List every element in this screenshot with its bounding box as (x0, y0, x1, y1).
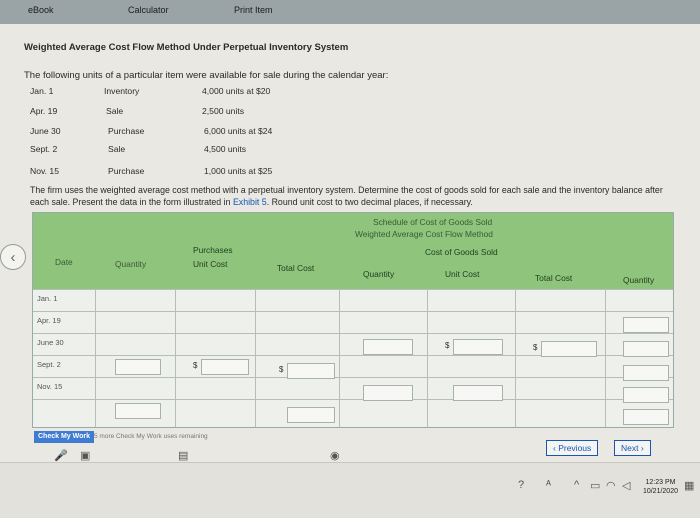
purchases-group-header: Purchases (193, 245, 233, 255)
schedule-table: Schedule of Cost of Goods Sold Weighted … (32, 212, 674, 428)
apr19-cogs-unit-cost-input[interactable] (453, 339, 503, 355)
header-inventory-quantity: Quantity (623, 275, 655, 285)
inventory-detail: 1,000 units at $25 (204, 166, 273, 176)
instructions: The firm uses the weighted average cost … (30, 184, 670, 208)
inventory-date: Sept. 2 (30, 144, 58, 154)
apr19-cogs-quantity-input[interactable] (363, 339, 413, 355)
inventory-type: Sale (106, 106, 124, 116)
inventory-type: Purchase (108, 166, 145, 176)
tab-calculator[interactable]: Calculator (128, 5, 169, 15)
table-row: Apr. 19 (33, 311, 673, 332)
exhibit-link[interactable]: Exhibit 5 (233, 197, 267, 207)
nov15-purchase-total-cost-input[interactable] (287, 407, 335, 423)
schedule-title: Schedule of Cost of Goods Sold (373, 217, 493, 227)
inventory-date: Apr. 19 (30, 106, 58, 116)
inventory-detail: 6,000 units at $24 (204, 126, 273, 136)
inventory-type: Purchase (108, 126, 145, 136)
row-date: Sept. 2 (37, 360, 61, 369)
inventory-detail: 4,500 units (204, 144, 247, 154)
apr19-cogs-total-cost-input[interactable] (541, 341, 597, 357)
previous-label: Previous (558, 443, 592, 453)
content-area: Weighted Average Cost Flow Method Under … (0, 24, 700, 462)
chevron-right-icon: › (638, 443, 644, 453)
row-date: June 30 (37, 338, 64, 347)
row-date: Apr. 19 (37, 316, 61, 325)
dollar-sign: $ (279, 365, 284, 374)
apr19-inventory-quantity-input[interactable] (623, 341, 669, 357)
system-clock: 12:23 PM 10/21/2020 (643, 478, 678, 496)
app-icon[interactable]: ▤ (178, 449, 188, 462)
clock-time: 12:23 PM (645, 479, 676, 486)
check-my-work-note: 5 more Check My Work uses remaining (94, 433, 208, 440)
table-header (33, 213, 673, 289)
header-purchase-unit-cost: Unit Cost (193, 259, 228, 269)
top-toolbar: eBook Calculator Print Item (0, 0, 700, 25)
wifi-icon: ◠ (606, 480, 616, 492)
header-purchase-total-cost: Total Cost (277, 263, 315, 273)
camera-icon[interactable]: ▣ (80, 449, 90, 462)
table-row: Nov. 15 (33, 377, 673, 398)
row-date: Jan. 1 (37, 294, 58, 303)
june30-inventory-quantity-input[interactable] (623, 365, 669, 381)
nov15-purchase-quantity-input[interactable] (115, 403, 161, 419)
sept2-cogs-unit-cost-input[interactable] (453, 385, 503, 401)
dollar-sign: $ (193, 361, 198, 370)
header-cogs-quantity: Quantity (363, 269, 395, 279)
row-date: Nov. 15 (37, 382, 63, 391)
dollar-sign: $ (533, 343, 538, 352)
dollar-sign: $ (445, 341, 450, 350)
header-purchase-quantity: Quantity (115, 259, 147, 269)
inventory-date: June 30 (30, 126, 61, 136)
jan1-inventory-quantity-input[interactable] (623, 317, 669, 333)
header-cogs-total-cost: Total Cost (535, 273, 573, 283)
nov15-inventory-quantity-input[interactable] (623, 409, 669, 425)
chevron-left-icon: ‹ (10, 248, 16, 266)
cogs-group-header: Cost of Goods Sold (425, 247, 498, 257)
tab-print-item[interactable]: Print Item (234, 5, 273, 15)
inventory-detail: 2,500 units (202, 106, 245, 116)
sept2-inventory-quantity-input[interactable] (623, 387, 669, 403)
back-arrow-button[interactable]: ‹ (0, 244, 26, 270)
table-row: Jan. 1 (33, 289, 673, 310)
help-icon[interactable]: ? (518, 479, 524, 491)
check-my-work-button[interactable]: Check My Work (34, 431, 94, 443)
taskbar: 🎤 ▣ ▤ ◉ ? ᴬ ^ ▭ ◠ ◁ ▦ (0, 450, 700, 518)
inventory-type: Sale (108, 144, 126, 154)
instructions-text-end: . Round unit cost to two decimal places,… (266, 197, 473, 207)
inventory-date: Nov. 15 (30, 166, 59, 176)
browser-icon[interactable]: ◉ (330, 449, 340, 462)
june30-purchase-unit-cost-input[interactable] (201, 359, 249, 375)
volume-icon: ◁ (622, 480, 631, 492)
clock-date: 10/21/2020 (642, 488, 678, 495)
tray-chevron-icon[interactable]: ^ (574, 479, 579, 491)
inventory-detail: 4,000 units at $20 (202, 86, 271, 96)
june30-purchase-quantity-input[interactable] (115, 359, 161, 375)
user-icon[interactable]: ᴬ (546, 479, 551, 491)
sept2-cogs-quantity-input[interactable] (363, 385, 413, 401)
inventory-type: Inventory (104, 86, 140, 96)
page-title: Weighted Average Cost Flow Method Under … (24, 42, 349, 53)
notification-icon[interactable]: ▦ (684, 479, 694, 492)
header-cogs-unit-cost: Unit Cost (445, 269, 480, 279)
method-title: Weighted Average Cost Flow Method (355, 229, 493, 239)
header-date: Date (55, 257, 73, 267)
inventory-date: Jan. 1 (30, 86, 54, 96)
next-label: Next (621, 443, 639, 453)
mic-icon[interactable]: 🎤 (54, 449, 68, 462)
next-button[interactable]: Next › (614, 440, 651, 456)
previous-button[interactable]: ‹ Previous (546, 440, 599, 456)
tab-ebook[interactable]: eBook (28, 5, 54, 15)
battery-icon: ▭ (590, 480, 601, 492)
intro-text: The following units of a particular item… (24, 70, 389, 81)
june30-purchase-total-cost-input[interactable] (287, 363, 335, 379)
